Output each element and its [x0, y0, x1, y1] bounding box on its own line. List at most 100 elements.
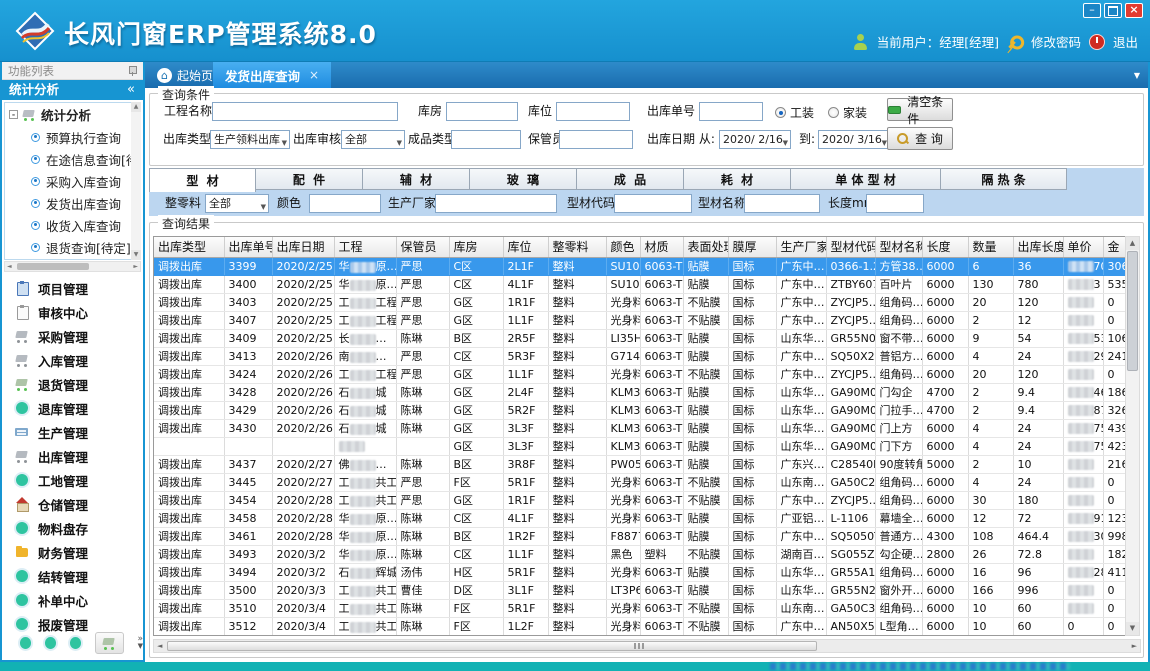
table-cell[interactable]: 6063-T5: [640, 419, 683, 437]
table-cell[interactable]: 陈琳: [396, 599, 449, 617]
material-tab-3[interactable]: 辅 材: [363, 168, 470, 190]
table-cell[interactable]: 2020/2/28: [272, 509, 334, 527]
column-header[interactable]: 库房: [449, 237, 503, 257]
table-cell[interactable]: 贴膜: [683, 401, 728, 419]
tree-item[interactable]: 退货查询[待定]: [5, 236, 140, 258]
table-cell[interactable]: SU10…: [606, 275, 640, 293]
table-cell[interactable]: 调拨出库: [154, 383, 224, 401]
table-cell[interactable]: [1063, 455, 1103, 473]
table-cell[interactable]: 2: [968, 383, 1013, 401]
table-row[interactable]: 调拨出库34932020/3/2华原…陈琳C区1L1F整料黑色塑料不贴膜国标湖南…: [154, 545, 1126, 563]
table-cell[interactable]: 3R8F: [503, 455, 548, 473]
table-cell[interactable]: 6063-T5: [640, 437, 683, 455]
table-cell[interactable]: D区: [449, 581, 503, 599]
maximize-button[interactable]: [1104, 3, 1122, 18]
table-cell[interactable]: AN50X50X2: [826, 617, 875, 635]
table-cell[interactable]: 20: [968, 293, 1013, 311]
table-cell[interactable]: 186: [1103, 383, 1126, 401]
table-cell[interactable]: 华原…: [334, 275, 396, 293]
table-cell[interactable]: GA90M08…: [826, 419, 875, 437]
table-cell[interactable]: 9.4: [1013, 401, 1063, 419]
table-cell[interactable]: 2020/3/2: [272, 563, 334, 581]
table-cell[interactable]: 南…: [334, 347, 396, 365]
table-row[interactable]: 调拨出库34302020/2/26石城陈琳G区3L3F整料KLM38176063…: [154, 419, 1126, 437]
table-cell[interactable]: 1L1F: [503, 545, 548, 563]
table-cell[interactable]: 工工程: [334, 311, 396, 329]
table-row[interactable]: 调拨出库34372020/2/27佛…陈琳B区3R8F整料PW056063-T5…: [154, 455, 1126, 473]
table-cell[interactable]: KLM3817: [606, 437, 640, 455]
table-cell[interactable]: L-1106: [826, 509, 875, 527]
table-cell[interactable]: KLM3817: [606, 419, 640, 437]
table-cell[interactable]: 326: [1103, 401, 1126, 419]
sidebar-item-仓储管理[interactable]: 仓储管理: [2, 492, 143, 516]
table-cell[interactable]: 国标: [728, 581, 776, 599]
table-cell[interactable]: 12: [1013, 311, 1063, 329]
table-cell[interactable]: 2020/2/26: [272, 383, 334, 401]
table-cell[interactable]: 佛…: [334, 455, 396, 473]
table-cell[interactable]: 调拨出库: [154, 581, 224, 599]
table-cell[interactable]: 湖南百…: [776, 545, 826, 563]
table-cell[interactable]: 调拨出库: [154, 293, 224, 311]
table-cell[interactable]: 陈琳: [396, 455, 449, 473]
out-type-select[interactable]: 生产领料出库: [210, 130, 290, 149]
table-cell[interactable]: GA90M09…: [826, 437, 875, 455]
table-row[interactable]: 调拨出库34132020/2/26南…严思C区5R3F整料G714226063-…: [154, 347, 1126, 365]
table-cell[interactable]: 不贴膜: [683, 293, 728, 311]
table-cell[interactable]: 12: [968, 509, 1013, 527]
table-cell[interactable]: PW05: [606, 455, 640, 473]
table-cell[interactable]: 国标: [728, 491, 776, 509]
scroll-up-icon[interactable]: ▲: [131, 102, 141, 112]
table-cell[interactable]: 5R2F: [503, 401, 548, 419]
table-cell[interactable]: C28540B: [826, 455, 875, 473]
sidebar-item-审核中心[interactable]: 审核中心: [2, 300, 143, 324]
table-cell[interactable]: 6063-T5: [640, 617, 683, 635]
table-cell[interactable]: 6000: [922, 581, 968, 599]
table-cell[interactable]: 整料: [548, 275, 606, 293]
table-cell[interactable]: 整料: [548, 419, 606, 437]
table-cell[interactable]: ZYCJP5…: [826, 365, 875, 383]
table-cell[interactable]: 3399: [224, 257, 272, 275]
table-cell[interactable]: 916: [1063, 509, 1103, 527]
table-cell[interactable]: 3: [1063, 275, 1103, 293]
table-cell[interactable]: 3493: [224, 545, 272, 563]
location-input[interactable]: [556, 102, 630, 121]
scroll-up-icon[interactable]: ▲: [1126, 237, 1139, 250]
tree-item[interactable]: 退库管理[待定]: [5, 258, 140, 260]
keeper-input[interactable]: [559, 130, 633, 149]
table-cell[interactable]: 光身料: [606, 599, 640, 617]
table-cell[interactable]: 调拨出库: [154, 365, 224, 383]
table-cell[interactable]: 调拨出库: [154, 491, 224, 509]
table-cell[interactable]: 1L1F: [503, 365, 548, 383]
table-cell[interactable]: 广东中…: [776, 491, 826, 509]
table-cell[interactable]: 国标: [728, 509, 776, 527]
table-cell[interactable]: 872: [1063, 401, 1103, 419]
table-cell[interactable]: G区: [449, 311, 503, 329]
table-cell[interactable]: SQ5050T20: [826, 527, 875, 545]
table-cell[interactable]: 6: [968, 257, 1013, 275]
table-cell[interactable]: 整料: [548, 581, 606, 599]
table-cell[interactable]: B区: [449, 455, 503, 473]
table-cell[interactable]: 123: [1103, 509, 1126, 527]
sidebar-item-出库管理[interactable]: 出库管理: [2, 444, 143, 468]
grid-horizontal-scrollbar[interactable]: ◄ ►: [153, 639, 1141, 653]
column-header[interactable]: 金: [1103, 237, 1126, 257]
table-cell[interactable]: 411: [1103, 563, 1126, 581]
table-cell[interactable]: 998: [1103, 527, 1126, 545]
table-cell[interactable]: 塑料: [640, 545, 683, 563]
table-cell[interactable]: [272, 437, 334, 455]
table-cell[interactable]: 贴膜: [683, 581, 728, 599]
column-header[interactable]: 出库长度: [1013, 237, 1063, 257]
material-tab-6[interactable]: 耗 材: [684, 168, 791, 190]
table-cell[interactable]: 2020/2/26: [272, 419, 334, 437]
table-cell[interactable]: 4700: [922, 383, 968, 401]
table-cell[interactable]: 6063-T5: [640, 275, 683, 293]
table-cell[interactable]: 山东南…: [776, 473, 826, 491]
table-cell[interactable]: 6000: [922, 365, 968, 383]
table-cell[interactable]: 整料: [548, 293, 606, 311]
table-row[interactable]: 调拨出库34612020/2/28华原…陈琳B区1R2F整料F8877FT606…: [154, 527, 1126, 545]
table-cell[interactable]: 国标: [728, 401, 776, 419]
table-cell[interactable]: 75: [1063, 419, 1103, 437]
tab-close-icon[interactable]: ×: [309, 68, 319, 82]
length-input[interactable]: [866, 194, 924, 213]
table-cell[interactable]: G区: [449, 383, 503, 401]
